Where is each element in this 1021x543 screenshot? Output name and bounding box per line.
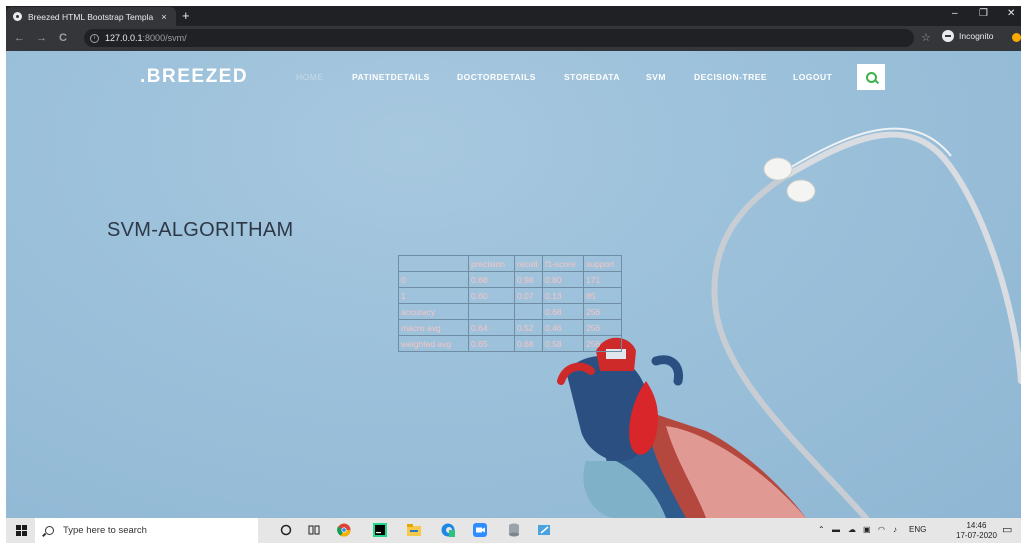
- nav-logout[interactable]: LOGOUT: [793, 72, 832, 82]
- chrome-icon[interactable]: [336, 522, 352, 538]
- table-cell: weighted avg: [398, 335, 469, 352]
- windows-start-icon[interactable]: [16, 525, 27, 536]
- classification-report-table: precision recall f1-score support 0 0.68…: [398, 255, 622, 352]
- table-cell: [514, 303, 543, 320]
- forward-icon[interactable]: →: [36, 31, 47, 45]
- nav-doctordetails[interactable]: DOCTORDETAILS: [457, 72, 536, 82]
- minimize-icon[interactable]: –: [952, 8, 958, 19]
- table-cell: 1: [398, 287, 469, 304]
- bookmark-star-icon[interactable]: ☆: [921, 31, 931, 44]
- nav-svm[interactable]: SVM: [646, 72, 666, 82]
- browser-tab[interactable]: Breezed HTML Bootstrap Templa ×: [6, 7, 176, 26]
- table-cell: 0.68: [542, 303, 584, 320]
- table-row: 0 0.68 0.98 0.80 171: [398, 271, 622, 288]
- table-row: accuracy 0.68 256: [398, 303, 622, 320]
- reload-icon[interactable]: C: [59, 31, 67, 45]
- table-cell: 0.58: [542, 335, 584, 352]
- cloud-icon[interactable]: ☁: [848, 525, 856, 534]
- zoom-icon[interactable]: [472, 522, 488, 538]
- screen: Breezed HTML Bootstrap Templa × + – ❐ ✕ …: [6, 6, 1021, 543]
- meet-now-icon[interactable]: ▣: [863, 525, 871, 534]
- nav-patinetdetails[interactable]: PATINETDETAILS: [352, 72, 430, 82]
- table-cell: 0.07: [514, 287, 543, 304]
- nav-home[interactable]: HOME: [296, 72, 324, 82]
- table-row: macro avg 0.64 0.52 0.46 256: [398, 319, 622, 336]
- clock-date: 17-07-2020: [956, 531, 997, 540]
- tab-title: Breezed HTML Bootstrap Templa: [28, 11, 154, 22]
- header-cell: f1-score: [542, 255, 584, 272]
- table-cell: 0.13: [542, 287, 584, 304]
- language-indicator[interactable]: ENG: [909, 525, 926, 534]
- windows-taskbar: Type here to search ⌃ ▬ ☁ ▣ ◠ ♪ ENG 14:4…: [6, 518, 1021, 543]
- incognito-label: Incognito: [959, 31, 994, 41]
- table-cell: 256: [583, 335, 622, 352]
- url-host: 127.0.0.1: [105, 33, 143, 43]
- wifi-icon[interactable]: ◠: [878, 525, 885, 534]
- pycharm-icon[interactable]: [372, 522, 388, 538]
- notepad-icon[interactable]: [536, 522, 552, 538]
- table-cell: 0.98: [514, 271, 543, 288]
- page-title: SVM-ALGORITHAM: [107, 219, 294, 241]
- address-bar[interactable]: i 127.0.0.1 :8000/svm/: [84, 29, 914, 47]
- nav-storedata[interactable]: STOREDATA: [564, 72, 620, 82]
- restore-icon[interactable]: ❐: [979, 8, 988, 19]
- info-icon[interactable]: i: [90, 33, 99, 43]
- browser-toolbar: ← → C i 127.0.0.1 :8000/svm/ ☆ Incognito: [6, 26, 1021, 51]
- edge-icon[interactable]: [440, 522, 456, 538]
- database-icon[interactable]: [506, 522, 522, 538]
- table-cell: 0.52: [514, 319, 543, 336]
- incognito-indicator[interactable]: Incognito: [942, 30, 994, 42]
- back-icon[interactable]: ←: [14, 31, 25, 45]
- clock-time: 14:46: [966, 521, 987, 530]
- browser-tab-strip: Breezed HTML Bootstrap Templa × + – ❐ ✕: [6, 6, 1021, 26]
- table-cell: 0.60: [468, 287, 515, 304]
- table-cell: 0.80: [542, 271, 584, 288]
- table-header-row: precision recall f1-score support: [398, 255, 622, 272]
- search-icon: [865, 71, 877, 83]
- table-cell: macro avg: [398, 319, 469, 336]
- file-explorer-icon[interactable]: [406, 522, 422, 538]
- table-row: weighted avg 0.65 0.68 0.58 256: [398, 335, 622, 352]
- tray-chevron-icon[interactable]: ⌃: [818, 525, 825, 534]
- header-cell: precision: [468, 255, 515, 272]
- table-cell: 0: [398, 271, 469, 288]
- table-cell: 0.64: [468, 319, 515, 336]
- table-cell: 0.46: [542, 319, 584, 336]
- header-cell: recall: [514, 255, 543, 272]
- battery-icon[interactable]: ▬: [832, 525, 840, 534]
- table-cell: 85: [583, 287, 622, 304]
- profile-dot-icon[interactable]: [1012, 33, 1021, 42]
- url-path: :8000/svm/: [142, 33, 187, 43]
- window-close-icon[interactable]: ✕: [1007, 8, 1015, 19]
- table-cell: 0.68: [468, 271, 515, 288]
- brand-logo[interactable]: .BREEZED: [140, 66, 248, 88]
- table-cell: 0.65: [468, 335, 515, 352]
- task-view-icon[interactable]: [306, 522, 322, 538]
- site-favicon-icon: [13, 12, 22, 21]
- taskbar-search-input[interactable]: Type here to search: [35, 518, 258, 543]
- search-icon: [45, 526, 54, 535]
- table-cell: 256: [583, 319, 622, 336]
- clock[interactable]: 14:46 17-07-2020: [956, 521, 997, 541]
- cortana-icon[interactable]: [278, 522, 294, 538]
- nav-decision-tree[interactable]: DECISION-TREE: [694, 72, 767, 82]
- header-cell: support: [583, 255, 622, 272]
- page-content: .BREEZED HOME PATINETDETAILS DOCTORDETAI…: [6, 51, 1021, 518]
- notification-icon[interactable]: ▭: [1002, 523, 1012, 536]
- search-button[interactable]: [857, 64, 885, 90]
- new-tab-button[interactable]: +: [182, 8, 190, 24]
- table-cell: [468, 303, 515, 320]
- table-cell: 171: [583, 271, 622, 288]
- table-cell: 256: [583, 303, 622, 320]
- taskbar-search-placeholder: Type here to search: [63, 525, 147, 536]
- tab-close-icon[interactable]: ×: [158, 12, 170, 22]
- incognito-icon: [942, 30, 954, 42]
- volume-icon[interactable]: ♪: [893, 525, 897, 534]
- table-cell: 0.68: [514, 335, 543, 352]
- table-row: 1 0.60 0.07 0.13 85: [398, 287, 622, 304]
- header-cell: [398, 255, 469, 272]
- table-cell: accuracy: [398, 303, 469, 320]
